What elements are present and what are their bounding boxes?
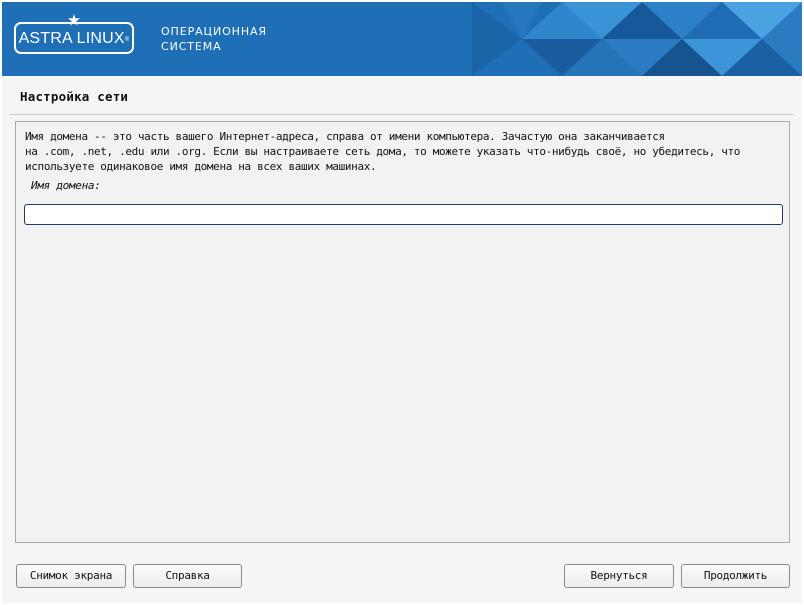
description-line: используете одинаковое имя домена на все… — [25, 160, 377, 173]
back-button[interactable]: Вернуться — [564, 564, 674, 588]
astra-linux-logo: ASTRA LINUX® — [14, 14, 134, 54]
domain-name-label: Имя домена: — [31, 179, 101, 192]
continue-button[interactable]: Продолжить — [681, 564, 790, 588]
page-title: Настройка сети — [20, 89, 129, 104]
domain-name-input[interactable] — [24, 204, 783, 225]
help-button[interactable]: Справка — [133, 564, 242, 588]
star-icon — [68, 14, 80, 26]
description-line: на .com, .net, .edu или .org. Если вы на… — [25, 145, 741, 158]
logo-text: ASTRA LINUX — [18, 30, 125, 47]
content-panel: Имя домена -- это часть вашего Интернет-… — [15, 121, 790, 543]
header-banner: ASTRA LINUX® ОПЕРАЦИОННАЯ СИСТЕМА — [2, 2, 802, 76]
screenshot-button[interactable]: Снимок экрана — [16, 564, 126, 588]
description-line: Имя домена -- это часть вашего Интернет-… — [25, 130, 665, 143]
subtitle-line-2: СИСТЕМА — [161, 40, 222, 53]
banner-subtitle: ОПЕРАЦИОННАЯ СИСТЕМА — [161, 24, 267, 54]
installer-window: ASTRA LINUX® ОПЕРАЦИОННАЯ СИСТЕМА Настро… — [2, 2, 802, 603]
registered-mark: ® — [124, 37, 130, 43]
title-divider — [10, 114, 794, 115]
description-text: Имя домена -- это часть вашего Интернет-… — [25, 129, 785, 174]
subtitle-line-1: ОПЕРАЦИОННАЯ — [161, 25, 267, 38]
